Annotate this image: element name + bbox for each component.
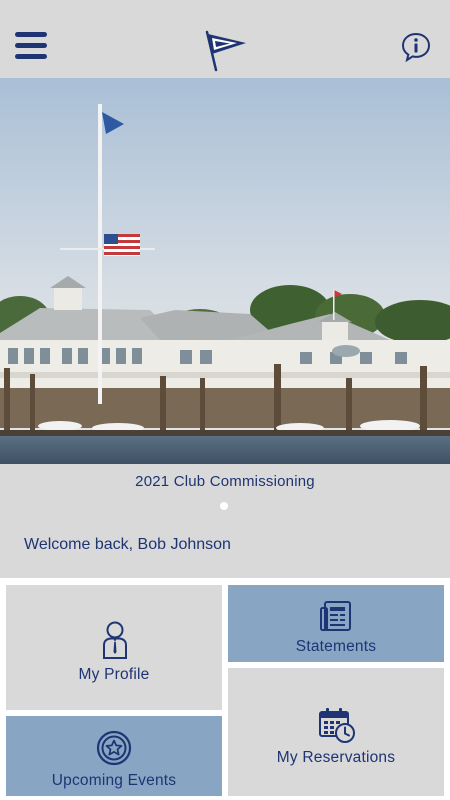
my-reservations-tile[interactable]: My Reservations (228, 668, 444, 796)
info-speech-bubble-icon[interactable] (400, 31, 432, 63)
hero-caption-area: 2021 Club Commissioning Welcome back, Bo… (0, 464, 450, 578)
statement-document-icon (320, 601, 351, 631)
statements-tile[interactable]: Statements (228, 585, 444, 662)
upcoming-events-tile[interactable]: Upcoming Events (6, 716, 222, 796)
hero-photo-yacht-club (0, 78, 450, 464)
statements-label: Statements (295, 638, 377, 655)
welcome-message: Welcome back, Bob Johnson (24, 536, 231, 553)
calendar-clock-icon (319, 708, 355, 743)
upcoming-events-label: Upcoming Events (51, 772, 177, 789)
my-reservations-label: My Reservations (276, 749, 396, 766)
star-badge-icon (96, 730, 132, 766)
hamburger-menu-icon[interactable] (15, 32, 47, 62)
my-profile-tile[interactable]: My Profile (6, 585, 222, 710)
hero-caption: 2021 Club Commissioning (135, 473, 315, 490)
my-profile-label: My Profile (78, 666, 150, 683)
app-header (0, 0, 450, 78)
carousel-dot-active[interactable] (220, 502, 228, 510)
burgee-flag-logo (205, 30, 246, 72)
person-icon (103, 621, 127, 659)
